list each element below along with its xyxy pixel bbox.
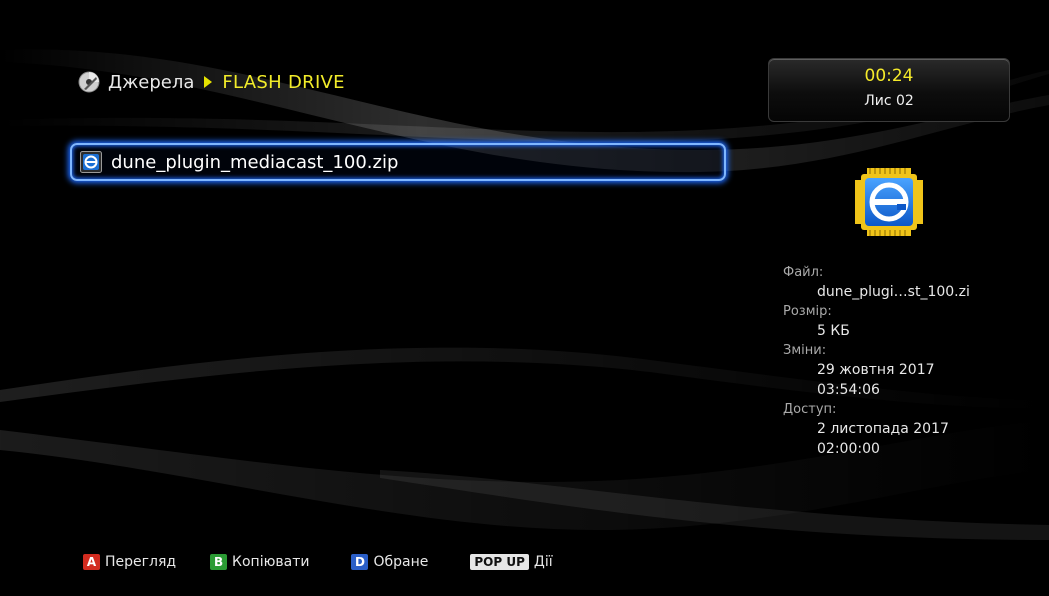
footer-actions-button[interactable]: POP UP Дії [470, 554, 553, 570]
breadcrumb-root[interactable]: Джерела [108, 72, 194, 93]
modified-label: Зміни: [783, 343, 827, 358]
file-label: Файл: [783, 265, 824, 280]
file-info-panel: Файл: dune_plugi…st_100.zi Розмір: 5 КБ … [783, 263, 1043, 459]
key-b-icon: B [210, 554, 228, 570]
footer-actions-label: Дії [533, 554, 553, 570]
clock-time: 00:24 [864, 66, 914, 86]
footer-view-button[interactable]: A Перегляд [83, 554, 176, 570]
key-d-icon: D [351, 554, 369, 570]
breadcrumb: Джерела FLASH DRIVE [78, 68, 345, 96]
plugin-chip-icon [80, 151, 102, 173]
access-label: Доступ: [783, 402, 837, 417]
access-date: 2 листопада 2017 [817, 421, 949, 437]
file-name: dune_plugin_mediacast_100.zip [111, 151, 399, 173]
page-indicator: Лис 02 [864, 93, 914, 109]
key-popup-icon: POP UP [470, 554, 529, 570]
size-value: 5 КБ [817, 323, 850, 339]
plugin-chip-icon-large [855, 168, 923, 236]
modified-time: 03:54:06 [817, 382, 880, 398]
footer-favorites-label: Обране [373, 554, 429, 570]
footer-view-label: Перегляд [105, 554, 177, 570]
size-label: Розмір: [783, 304, 832, 319]
footer-hints: A Перегляд B Копіювати D Обране POP UP Д… [83, 551, 553, 573]
access-time: 02:00:00 [817, 441, 880, 457]
footer-copy-label: Копіювати [232, 554, 310, 570]
breadcrumb-current: FLASH DRIVE [222, 71, 345, 93]
footer-favorites-button[interactable]: D Обране [351, 554, 428, 570]
clock-panel: 00:24 Лис 02 [768, 58, 1010, 122]
breadcrumb-separator-arrow-icon [204, 76, 213, 88]
disc-icon [78, 71, 100, 93]
file-list-item-selected[interactable]: dune_plugin_mediacast_100.zip [70, 143, 726, 181]
file-value: dune_plugi…st_100.zi [817, 284, 970, 300]
modified-date: 29 жовтня 2017 [817, 362, 935, 378]
key-a-icon: A [83, 554, 100, 570]
footer-copy-button[interactable]: B Копіювати [210, 554, 309, 570]
